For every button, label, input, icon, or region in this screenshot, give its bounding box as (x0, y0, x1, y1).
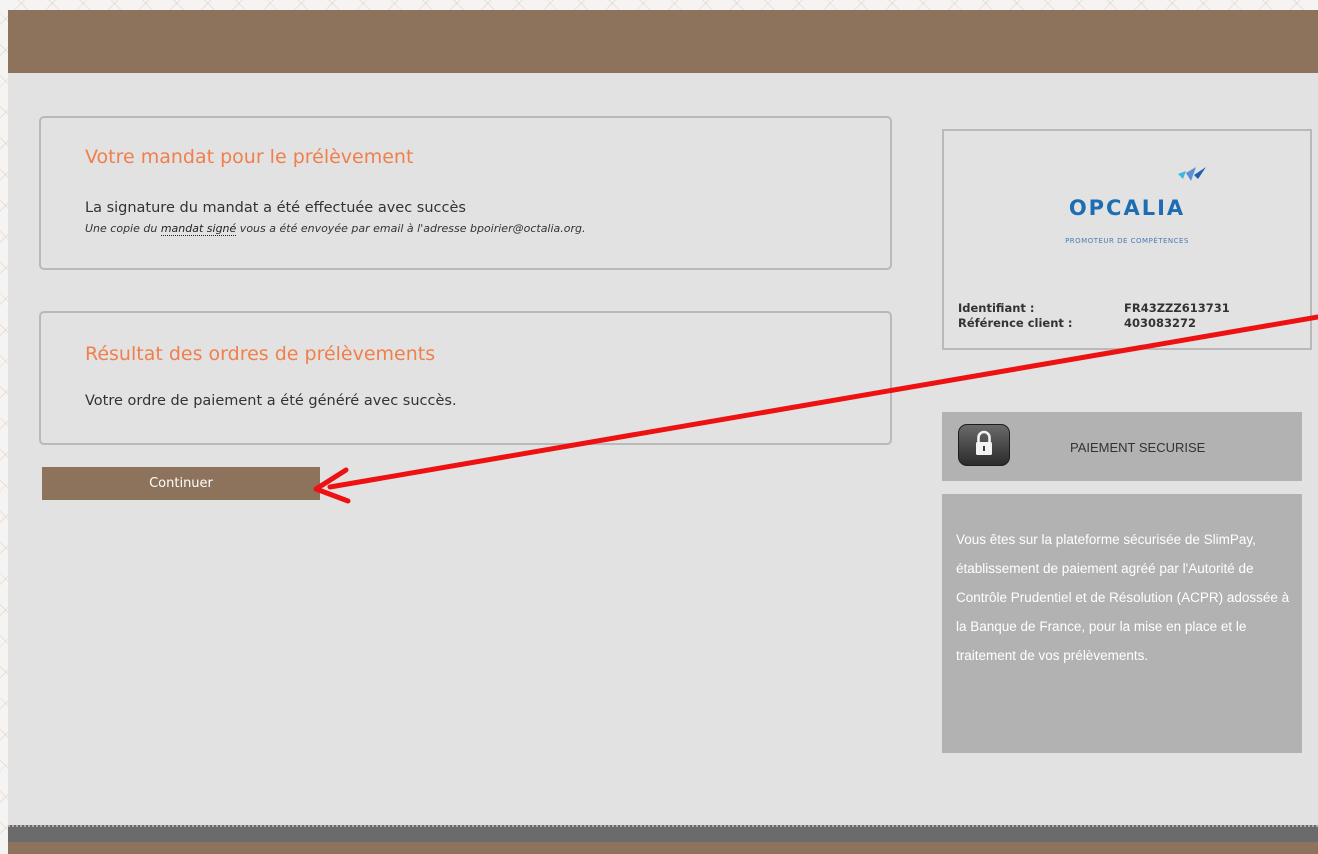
opcalia-logo-tagline: PROMOTEUR DE COMPÉTENCES (1065, 237, 1189, 245)
identifier-value: FR43ZZZ613731 (1124, 301, 1230, 315)
lock-icon (958, 424, 1010, 466)
mandate-success-message: La signature du mandat a été effectuée a… (85, 200, 466, 216)
secure-payment-header: PAIEMENT SECURISE (942, 412, 1302, 481)
mandate-panel: Votre mandat pour le prélèvement La sign… (39, 116, 892, 270)
footer-bar (8, 825, 1318, 854)
result-panel: Résultat des ordres de prélèvements Votr… (39, 311, 892, 445)
mandate-note-prefix: Une copie du (85, 222, 161, 235)
mandate-note-suffix: vous a été envoyée par email à l'adresse… (236, 222, 586, 235)
client-reference-value: 403083272 (1124, 316, 1197, 330)
footer-brown-strip (8, 842, 1318, 854)
secure-payment-label: PAIEMENT SECURISE (1070, 440, 1206, 455)
identifier-label: Identifiant : (958, 301, 1035, 315)
merchant-details: Identifiant : FR43ZZZ613731 Référence cl… (958, 301, 1274, 331)
header-bar (8, 10, 1318, 73)
mandate-email-note: Une copie du mandat signé vous a été env… (85, 222, 586, 236)
client-reference-row: Référence client : 403083272 (958, 316, 1274, 331)
continue-button[interactable]: Continuer (42, 467, 320, 500)
secure-payment-description: Vous êtes sur la plateforme sécurisée de… (956, 532, 1290, 663)
merchant-info-box: OPCALIA PROMOTEUR DE COMPÉTENCES Identif… (942, 129, 1312, 350)
footer-divider (8, 825, 1318, 827)
secure-payment-info-box: Vous êtes sur la plateforme sécurisée de… (942, 494, 1302, 753)
mandate-panel-title: Votre mandat pour le prélèvement (85, 146, 414, 168)
result-success-message: Votre ordre de paiement a été généré ave… (85, 393, 457, 409)
identifier-row: Identifiant : FR43ZZZ613731 (958, 301, 1274, 316)
opcalia-logo-mark-icon (1178, 163, 1212, 181)
signed-mandate-link[interactable]: mandat signé (160, 222, 237, 236)
opcalia-logo-text: OPCALIA (1068, 196, 1186, 220)
client-reference-label: Référence client : (958, 316, 1073, 330)
result-panel-title: Résultat des ordres de prélèvements (85, 343, 436, 365)
